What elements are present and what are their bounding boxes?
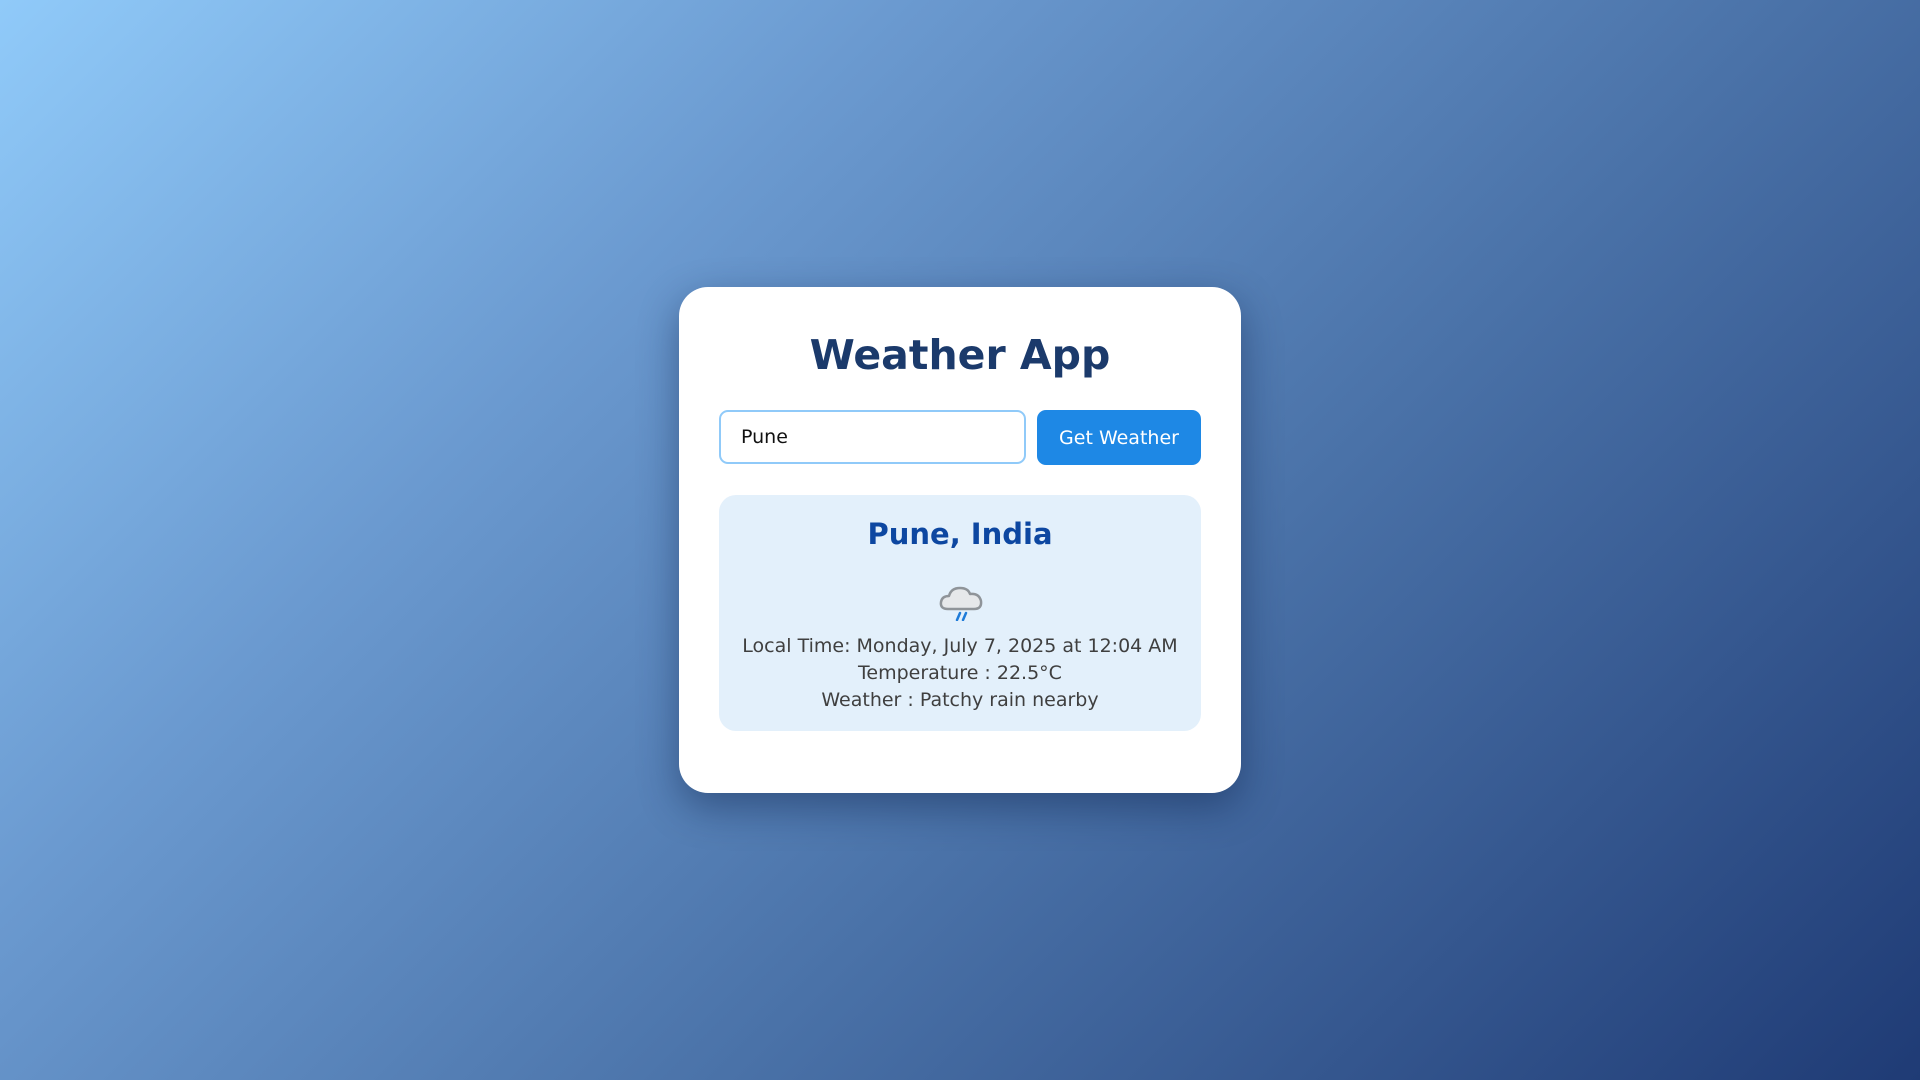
moon-cloud-rain-icon xyxy=(939,569,983,621)
location-heading: Pune, India xyxy=(867,517,1053,551)
city-search-input[interactable] xyxy=(719,410,1026,464)
local-time-text: Local Time: Monday, July 7, 2025 at 12:0… xyxy=(742,635,1178,657)
temperature-text: Temperature : 22.5°C xyxy=(858,662,1062,684)
weather-result-panel: Pune, India Local Time: Monday, July 7, … xyxy=(719,495,1201,731)
condition-text: Weather : Patchy rain nearby xyxy=(821,689,1099,711)
app-title: Weather App xyxy=(809,331,1111,379)
weather-card: Weather App Get Weather Pune, India Loca… xyxy=(679,287,1241,793)
get-weather-button[interactable]: Get Weather xyxy=(1037,410,1201,465)
